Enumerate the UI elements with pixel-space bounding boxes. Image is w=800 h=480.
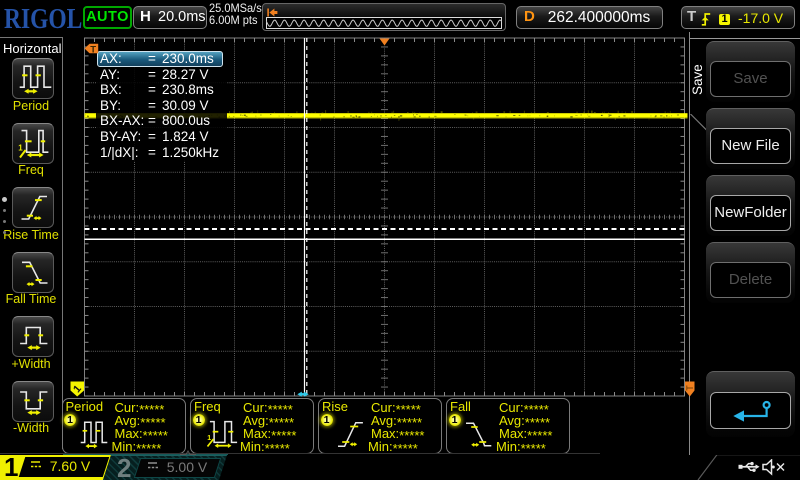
svg-text:1: 1 (18, 143, 23, 152)
svg-text:1: 1 (207, 435, 211, 442)
svg-text:T: T (685, 385, 695, 391)
svg-text:T: T (90, 44, 96, 54)
